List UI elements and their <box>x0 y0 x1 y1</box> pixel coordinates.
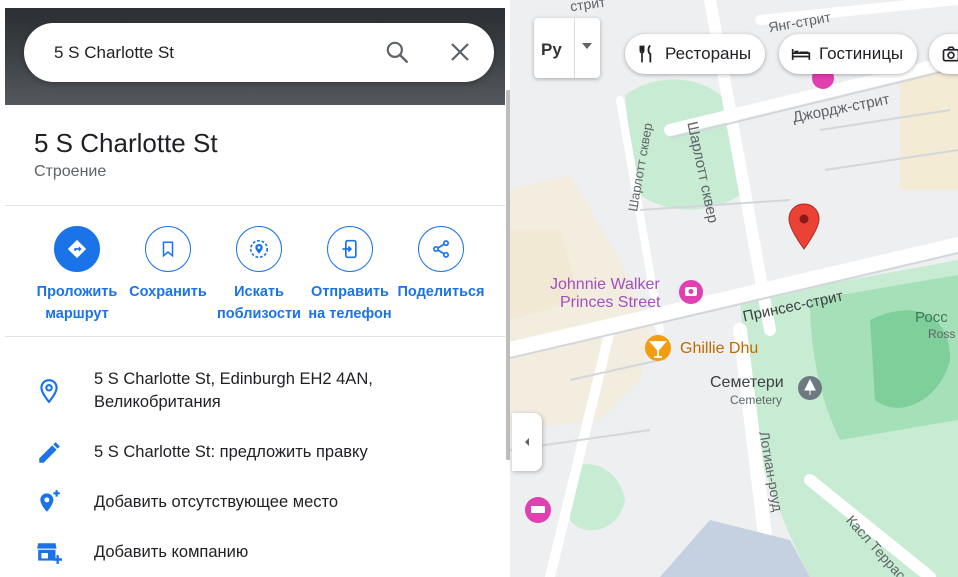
directions-label-1: Проложить <box>36 284 118 300</box>
poi-johnnie-walker-line2: Princes Street <box>560 294 661 311</box>
add-business-text: Добавить компанию <box>94 543 249 561</box>
address-line-1: 5 S Charlotte St, Edinburgh EH2 4AN, <box>94 370 373 388</box>
add-missing-place-row[interactable]: Добавить отсутствующее место <box>0 488 500 518</box>
add-missing-place-text: Добавить отсутствующее место <box>94 493 339 511</box>
search-input[interactable] <box>54 41 374 65</box>
location-pin-icon <box>40 379 58 404</box>
poi-johnnie-walker[interactable]: Johnnie Walker Princes Street <box>550 276 660 312</box>
chip-restaurants-label: Рестораны <box>665 44 752 63</box>
search-nearby-button[interactable]: Искать поблизости <box>211 226 307 325</box>
poi-johnnie-walker-line1: Johnnie Walker <box>550 276 660 293</box>
language-label: Ру <box>541 40 562 59</box>
place-title: 5 S Charlotte St <box>34 128 218 158</box>
directions-icon <box>54 226 100 272</box>
send-to-phone-button[interactable]: Отправить на телефон <box>302 226 398 325</box>
poi-ghillie-dhu[interactable]: Ghillie Dhu <box>680 340 758 358</box>
restaurant-icon <box>639 44 652 63</box>
poi-cemetery-en: Cemetery <box>730 393 783 407</box>
layers-divider <box>574 18 575 78</box>
phone-send-icon <box>327 226 373 272</box>
nearby-icon <box>236 226 282 272</box>
nearby-label-1: Искать <box>234 284 284 300</box>
add-business-icon <box>37 543 62 564</box>
chip-restaurants[interactable]: Рестораны <box>625 34 766 74</box>
place-type: Строение <box>34 163 107 180</box>
share-button[interactable]: Поделиться <box>393 226 489 303</box>
hotel-icon <box>791 49 811 60</box>
send-label-1: Отправить <box>311 284 389 300</box>
caret-down-icon[interactable] <box>581 41 593 51</box>
place-panel: 5 S Charlotte St Строение Проложить маршр… <box>0 0 510 577</box>
chip-hotels-label: Гостиницы <box>819 44 904 63</box>
directions-button[interactable]: Проложить маршрут <box>29 226 125 325</box>
search-box <box>24 23 494 82</box>
add-location-icon <box>40 490 60 512</box>
divider <box>5 336 505 337</box>
pencil-icon <box>39 442 60 463</box>
poi-ross-en: Ross <box>928 327 956 341</box>
suggest-edit-text: 5 S Charlotte St: предложить правку <box>94 443 368 461</box>
directions-label-2: маршрут <box>45 306 109 322</box>
save-label: Сохранить <box>129 284 207 300</box>
chip-hotels[interactable]: Гостиницы <box>779 34 918 74</box>
poi-ross-ru[interactable]: Росс <box>915 309 948 326</box>
share-icon <box>418 226 464 272</box>
add-business-row[interactable]: Добавить компанию <box>0 538 500 568</box>
address-line-2: Великобритания <box>94 393 221 411</box>
address-row[interactable]: 5 S Charlotte St, Edinburgh EH2 4AN, Вел… <box>0 368 500 420</box>
map-canvas[interactable]: Янг-стрит стрит Джордж-стрит Шарлотт скв… <box>510 0 958 577</box>
send-label-2: на телефон <box>308 306 392 322</box>
search-icon[interactable] <box>384 39 410 65</box>
collapse-panel-button[interactable] <box>512 413 542 471</box>
close-icon[interactable] <box>448 40 472 64</box>
divider <box>5 205 505 206</box>
camera-icon <box>942 46 958 62</box>
nearby-label-2: поблизости <box>217 306 301 322</box>
share-label: Поделиться <box>397 284 485 300</box>
chevron-left-icon <box>525 438 529 446</box>
save-button[interactable]: Сохранить <box>120 226 216 303</box>
bookmark-icon <box>145 226 191 272</box>
suggest-edit-row[interactable]: 5 S Charlotte St: предложить правку <box>0 440 500 466</box>
poi-cemetery-ru[interactable]: Семетери <box>710 374 784 392</box>
layers-button[interactable]: Ру <box>534 18 600 78</box>
